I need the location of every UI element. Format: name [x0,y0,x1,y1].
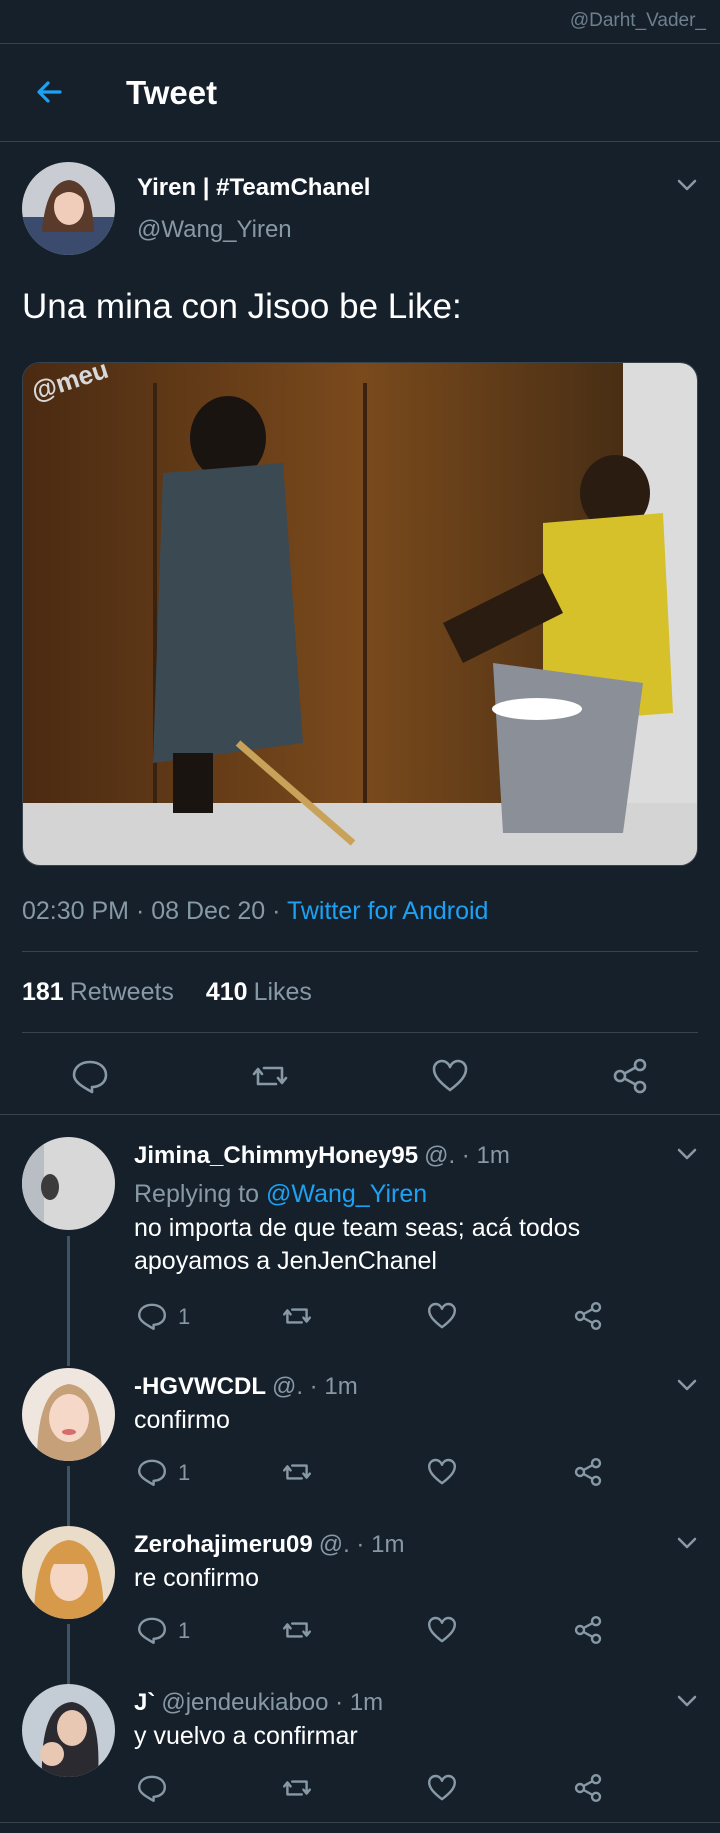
tweet-author-row: Yiren | #TeamChanel @Wang_Yiren [22,162,720,258]
reply-avatar[interactable] [22,1684,115,1777]
retweet-icon[interactable] [281,1772,313,1804]
reply-author-name[interactable]: -HGVWCDL [134,1373,266,1400]
chevron-down-icon[interactable] [674,1530,700,1556]
chevron-down-icon[interactable] [674,172,700,198]
bottom-divider [0,1822,720,1823]
reply-text: re confirmo [134,1564,260,1592]
reply-text: no importa de que team seas; acá todos [134,1214,581,1242]
chevron-down-icon[interactable] [674,1372,700,1398]
tweet-source-link[interactable]: Twitter for Android [287,897,488,925]
reply-author-name[interactable]: Zerohajimeru09 [134,1531,313,1558]
reply-text: confirmo [134,1406,230,1434]
reply-author-line: Zerohajimeru09 @. · 1m [134,1531,404,1559]
reply-author-name[interactable]: Jimina_ChimmyHoney95 [134,1142,418,1169]
author-handle[interactable]: @Wang_Yiren [137,216,292,244]
retweet-icon[interactable] [281,1456,313,1488]
author-name[interactable]: Yiren | #TeamChanel [137,174,370,202]
header-bar: Tweet [0,44,720,142]
reply-count: 1 [178,1618,191,1643]
author-avatar[interactable] [22,162,115,255]
like-heart-icon[interactable] [426,1456,458,1488]
retweet-icon[interactable] [281,1614,313,1646]
reply-author-line: -HGVWCDL @. · 1m [134,1373,358,1401]
reply-count: 1 [178,1460,191,1485]
reply-meta: @. · 1m [424,1142,510,1169]
tweet-image[interactable]: @meu [22,362,698,866]
screenshot-watermark: @Darht_Vader_ [569,10,706,31]
reply-author-line: J` @jendeukiaboo · 1m [134,1689,383,1717]
share-icon[interactable] [610,1056,650,1096]
reply-avatar[interactable] [22,1137,115,1230]
share-icon[interactable] [572,1300,604,1332]
reply-meta: @. · 1m [271,1373,358,1400]
stats-divider-bottom [22,1032,698,1033]
retweet-icon[interactable] [250,1056,290,1096]
stats-divider-top [22,951,698,952]
reply-avatar[interactable] [22,1526,115,1619]
share-icon[interactable] [572,1772,604,1804]
reply-meta: @. · 1m [318,1531,405,1558]
reply-meta: @jendeukiaboo · 1m [161,1689,384,1716]
back-arrow-icon[interactable] [30,72,70,112]
reply-icon[interactable] [136,1300,168,1332]
reply-icon[interactable] [70,1056,110,1096]
chevron-down-icon[interactable] [674,1688,700,1714]
tweet-text: Una mina con Jisoo be Like: [22,287,462,326]
tweet-stats: 181 Retweets 410 Likes [22,978,312,1007]
share-icon[interactable] [572,1456,604,1488]
like-heart-icon[interactable] [426,1772,458,1804]
likes-stat[interactable]: 410 Likes [206,978,312,1006]
replying-to-line: Replying to @Wang_Yiren [134,1180,428,1208]
retweet-icon[interactable] [281,1300,313,1332]
reply-author-name[interactable]: J` [134,1689,155,1716]
tweet-timestamp: 02:30 PM · 08 Dec 20 · [22,897,287,925]
replying-to-handle[interactable]: @Wang_Yiren [266,1180,427,1208]
reply-avatar[interactable] [22,1368,115,1461]
reply-count: 1 [178,1304,191,1329]
reply-item[interactable]: -HGVWCDL @. · 1m confirmo 1 [0,1368,720,1486]
retweets-stat[interactable]: 181 Retweets [22,978,174,1006]
page-title: Tweet [126,74,218,111]
reply-author-line: Jimina_ChimmyHoney95 @. · 1m [134,1142,510,1170]
reply-item[interactable]: Zerohajimeru09 @. · 1m re confirmo 1 [0,1526,720,1644]
reply-icon[interactable] [136,1614,168,1646]
reply-item[interactable]: J` @jendeukiaboo · 1m y vuelvo a confirma… [0,1684,720,1814]
reply-text: apoyamos a JenJenChanel [134,1247,437,1275]
like-heart-icon[interactable] [430,1056,470,1096]
actions-divider [0,1114,720,1115]
tweet-metadata: 02:30 PM · 08 Dec 20 · Twitter for Andro… [22,897,488,926]
reply-item[interactable]: Jimina_ChimmyHoney95 @. · 1m Replying to … [0,1137,720,1357]
chevron-down-icon[interactable] [674,1141,700,1167]
reply-icon[interactable] [136,1456,168,1488]
like-heart-icon[interactable] [426,1300,458,1332]
share-icon[interactable] [572,1614,604,1646]
tweet-action-bar [0,1046,720,1114]
reply-icon[interactable] [136,1772,168,1804]
like-heart-icon[interactable] [426,1614,458,1646]
reply-text: y vuelvo a confirmar [134,1722,358,1750]
